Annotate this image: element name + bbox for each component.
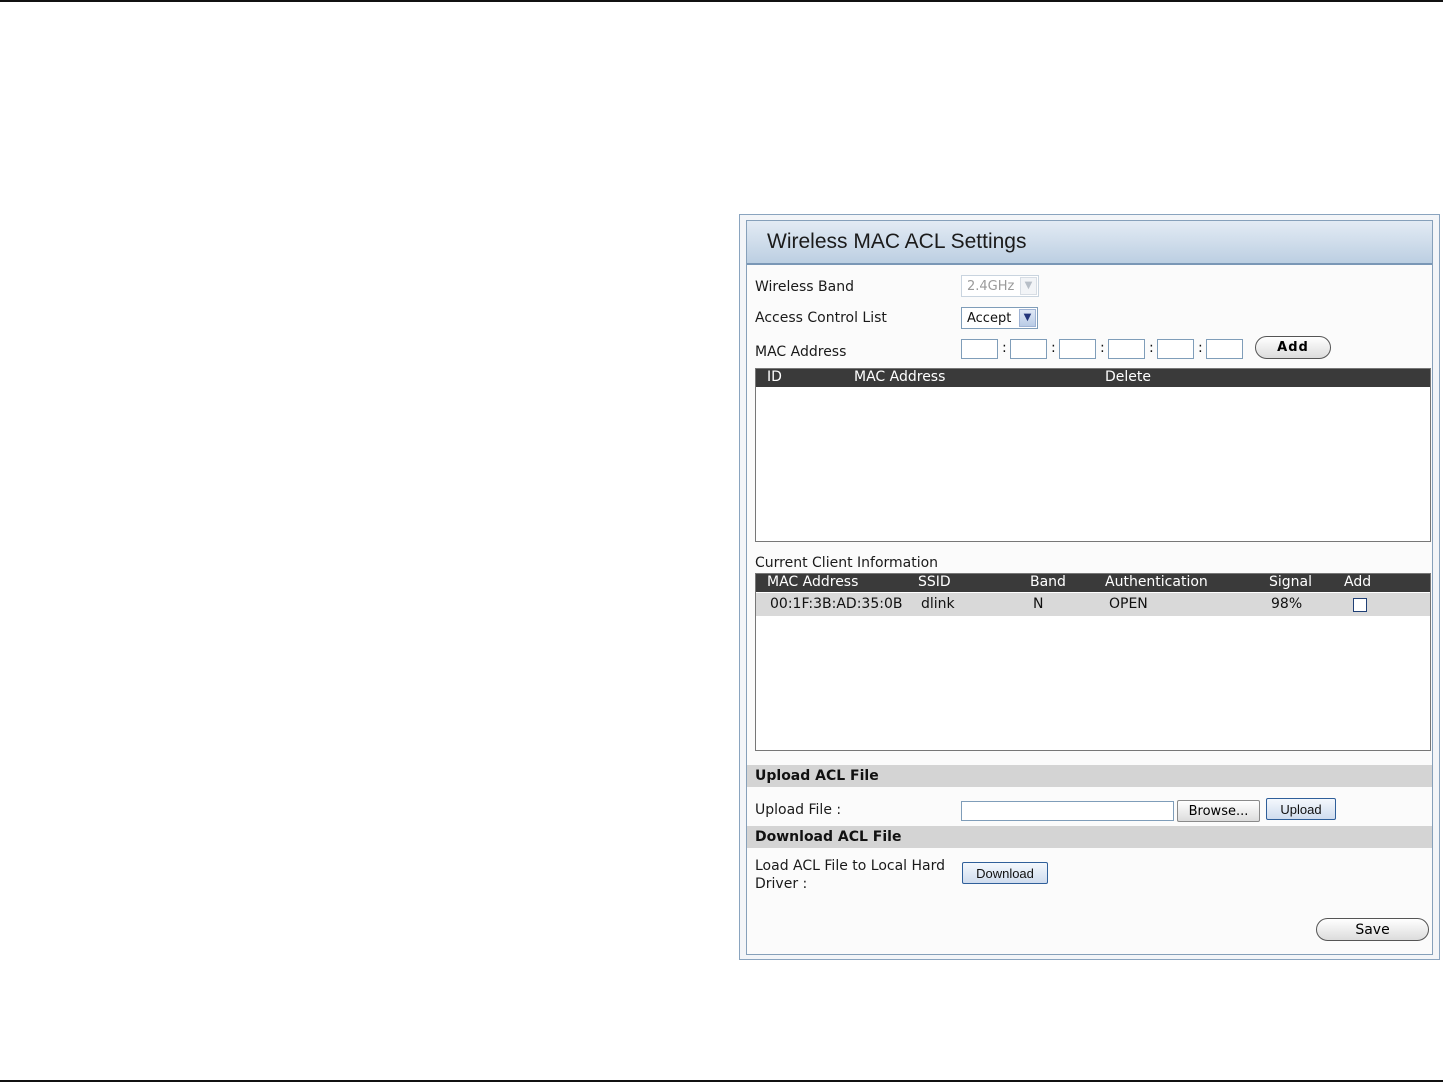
client-col-ssid: SSID — [918, 574, 951, 590]
client-col-auth: Authentication — [1105, 574, 1208, 590]
acl-col-mac: MAC Address — [854, 369, 946, 385]
settings-panel: Wireless MAC ACL Settings Wireless Band … — [746, 220, 1433, 955]
mac-separator: : — [1198, 340, 1203, 356]
wireless-band-label: Wireless Band — [755, 279, 854, 295]
add-mac-button[interactable]: Add — [1255, 336, 1331, 359]
client-list: MAC Address SSID Band Authentication Sig… — [755, 573, 1431, 751]
download-button[interactable]: Download — [962, 862, 1048, 884]
mac-separator: : — [1100, 340, 1105, 356]
mac-separator: : — [1149, 340, 1154, 356]
client-col-signal: Signal — [1269, 574, 1313, 590]
save-button[interactable]: Save — [1316, 918, 1429, 941]
mac-address-label: MAC Address — [755, 344, 847, 360]
mac-octet-2-input[interactable] — [1010, 339, 1047, 359]
upload-section-title: Upload ACL File — [755, 768, 879, 784]
mac-octet-5-input[interactable] — [1157, 339, 1194, 359]
title-bar: Wireless MAC ACL Settings — [747, 221, 1432, 265]
page-title: Wireless MAC ACL Settings — [767, 230, 1027, 253]
client-add-checkbox[interactable] — [1353, 598, 1367, 612]
upload-file-label: Upload File : — [755, 802, 842, 818]
client-col-mac: MAC Address — [767, 574, 859, 590]
upload-button[interactable]: Upload — [1266, 798, 1336, 820]
acl-list-header: ID MAC Address Delete — [756, 369, 1430, 387]
browse-button[interactable]: Browse... — [1177, 800, 1260, 822]
table-row: 00:1F:3B:AD:35:0B dlink N OPEN 98% — [756, 593, 1430, 616]
download-label-line2: Driver : — [755, 876, 808, 892]
client-band: N — [1033, 596, 1044, 612]
download-section-header: Download ACL File — [747, 826, 1432, 848]
client-info-heading: Current Client Information — [755, 555, 939, 571]
mac-separator: : — [1002, 340, 1007, 356]
client-mac: 00:1F:3B:AD:35:0B — [770, 596, 903, 612]
acl-col-id: ID — [767, 369, 782, 385]
client-list-header: MAC Address SSID Band Authentication Sig… — [756, 574, 1430, 592]
top-rule — [0, 0, 1443, 2]
mac-octet-6-input[interactable] — [1206, 339, 1243, 359]
mac-octet-3-input[interactable] — [1059, 339, 1096, 359]
acl-col-delete: Delete — [1105, 369, 1151, 385]
client-ssid: dlink — [921, 596, 955, 612]
mac-octet-1-input[interactable] — [961, 339, 998, 359]
acl-value: Accept — [967, 311, 1012, 326]
chevron-down-icon: ▼ — [1020, 277, 1037, 295]
upload-section-header: Upload ACL File — [747, 765, 1432, 787]
mac-octet-4-input[interactable] — [1108, 339, 1145, 359]
client-col-add: Add — [1344, 574, 1372, 590]
wireless-band-select[interactable]: 2.4GHz ▼ — [961, 275, 1039, 297]
acl-list: ID MAC Address Delete — [755, 368, 1431, 542]
download-section-title: Download ACL File — [755, 829, 902, 845]
acl-select[interactable]: Accept ▼ — [961, 307, 1038, 329]
chevron-down-icon: ▼ — [1019, 309, 1036, 327]
client-signal: 98% — [1271, 596, 1303, 612]
upload-file-input[interactable] — [961, 801, 1174, 821]
download-label-line1: Load ACL File to Local Hard — [755, 858, 946, 874]
wireless-band-value: 2.4GHz — [967, 279, 1015, 294]
mac-separator: : — [1051, 340, 1056, 356]
bottom-rule — [0, 1080, 1443, 1082]
settings-window: Wireless MAC ACL Settings Wireless Band … — [739, 214, 1440, 960]
client-col-band: Band — [1030, 574, 1066, 590]
acl-label: Access Control List — [755, 310, 887, 326]
client-auth: OPEN — [1109, 596, 1148, 612]
